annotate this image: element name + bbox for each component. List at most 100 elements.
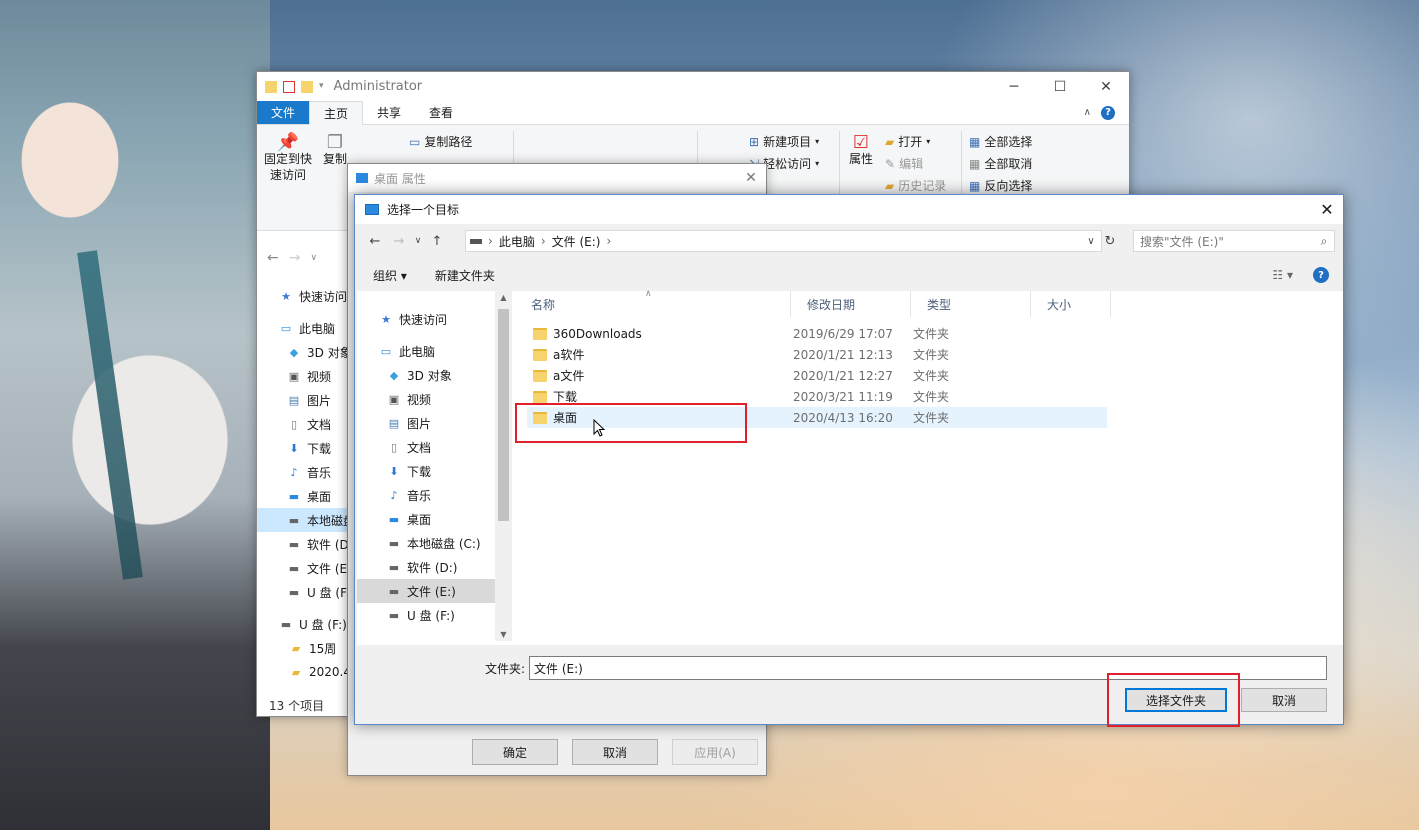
nav-tree-item[interactable]: ▬ 本地磁盘 (C:) bbox=[357, 531, 511, 555]
close-button[interactable]: ✕ bbox=[1083, 72, 1129, 101]
column-type[interactable]: 类型 bbox=[911, 291, 1031, 317]
copy-path-button[interactable]: ▭ 复制路径 bbox=[409, 133, 472, 150]
sidebar-item-label: 15周 bbox=[309, 641, 337, 656]
up-arrow-icon[interactable]: ↑ bbox=[425, 234, 449, 249]
minimize-button[interactable]: ─ bbox=[991, 72, 1037, 101]
tab-view[interactable]: 查看 bbox=[415, 101, 467, 124]
tab-home[interactable]: 主页 bbox=[309, 101, 364, 125]
sidebar-item[interactable]: ▰ 15周 bbox=[257, 636, 349, 660]
chevron-down-icon: ▾ bbox=[815, 159, 820, 168]
scrollbar-thumb[interactable] bbox=[498, 309, 509, 521]
forward-arrow-icon[interactable]: → bbox=[289, 250, 301, 266]
help-icon[interactable]: ? bbox=[1313, 267, 1329, 283]
nav-tree-item[interactable]: ▬ U 盘 (F:) bbox=[357, 603, 511, 627]
sidebar-item-label: 3D 对象 bbox=[307, 345, 349, 360]
highlight-select-button bbox=[1107, 673, 1240, 727]
collapse-ribbon-icon[interactable]: ∧ bbox=[1084, 107, 1091, 118]
edit-button[interactable]: ✎ 编辑 bbox=[885, 155, 923, 172]
cancel-button[interactable]: 取消 bbox=[572, 739, 658, 765]
sidebar-item[interactable]: ▬ 本地磁盘 bbox=[257, 508, 349, 532]
sidebar-item[interactable]: ▬ 桌面 bbox=[257, 484, 349, 508]
nav-tree-item[interactable]: ▬ 文件 (E:) bbox=[357, 579, 511, 603]
nav-tree-item[interactable]: ★ 快速访问 bbox=[357, 307, 511, 331]
back-arrow-icon[interactable]: ← bbox=[363, 234, 387, 249]
new-folder-icon[interactable] bbox=[301, 80, 313, 93]
tab-file[interactable]: 文件 bbox=[257, 101, 310, 124]
drive-icon: ▬ bbox=[388, 560, 400, 574]
sidebar-item[interactable]: ▬ U 盘 (F bbox=[257, 580, 349, 604]
nav-tree-item[interactable]: ⬇ 下载 bbox=[357, 459, 511, 483]
sidebar-item[interactable]: ▭ 此电脑 bbox=[257, 316, 349, 340]
tab-share[interactable]: 共享 bbox=[363, 101, 415, 124]
history-label: 历史记录 bbox=[898, 179, 947, 193]
close-button[interactable]: ✕ bbox=[1311, 195, 1343, 224]
apply-button[interactable]: 应用(A) bbox=[672, 739, 758, 765]
refresh-icon[interactable]: ↻ bbox=[1103, 234, 1117, 249]
recent-locations-icon[interactable]: ∨ bbox=[411, 236, 425, 246]
nav-tree-item[interactable]: ▬ 桌面 bbox=[357, 507, 511, 531]
file-list: 名称 ∧ 修改日期 类型 大小 360Downloads 2019/6/29 17… bbox=[515, 289, 1343, 641]
maximize-button[interactable]: ☐ bbox=[1037, 72, 1083, 101]
new-folder-button[interactable]: 新建文件夹 bbox=[435, 267, 495, 284]
invert-selection-button[interactable]: ▦ 反向选择 bbox=[969, 177, 1032, 194]
column-size[interactable]: 大小 bbox=[1031, 291, 1111, 317]
select-none-button[interactable]: ▦ 全部取消 bbox=[969, 155, 1032, 172]
help-icon[interactable]: ? bbox=[1101, 105, 1115, 120]
sidebar-item[interactable]: ★ 快速访问 bbox=[257, 284, 349, 308]
cancel-button[interactable]: 取消 bbox=[1241, 688, 1327, 712]
chevron-down-icon[interactable]: ▾ bbox=[319, 81, 324, 93]
nav-tree-item[interactable]: ▣ 视频 bbox=[357, 387, 511, 411]
nav-tree-item[interactable]: ▤ 图片 bbox=[357, 411, 511, 435]
view-options-icon[interactable]: ☷ ▾ bbox=[1272, 268, 1293, 282]
picker-body: ★ 快速访问 ▭ 此电脑 ◆ 3D 对象 ▣ 视频 ▤ 图片 ▯ 文档 ⬇ 下载 ♪ 音乐 ▬ 桌面 ▬ 本地磁盘 (… bbox=[357, 289, 1343, 645]
file-type: 文件夹 bbox=[913, 327, 950, 341]
sidebar-item[interactable]: ▤ 图片 bbox=[257, 388, 349, 412]
nav-tree-item[interactable]: ▬ U 盘 (F:) bbox=[357, 635, 511, 642]
chevron-down-icon[interactable]: ∨ bbox=[310, 253, 317, 263]
column-date[interactable]: 修改日期 bbox=[791, 291, 911, 317]
ok-button[interactable]: 确定 bbox=[472, 739, 558, 765]
sidebar-item[interactable]: ▬ 文件 (E bbox=[257, 556, 349, 580]
column-name[interactable]: 名称 ∧ bbox=[515, 289, 791, 317]
search-input[interactable]: 搜索"文件 (E:)" ⌕ bbox=[1133, 230, 1335, 252]
address-bar[interactable]: › 此电脑 › 文件 (E:) › ∨ bbox=[465, 230, 1102, 252]
sidebar-item[interactable]: ⬇ 下载 bbox=[257, 436, 349, 460]
forward-arrow-icon[interactable]: → bbox=[387, 234, 411, 249]
open-button[interactable]: ▰ 打开 ▾ bbox=[885, 133, 930, 150]
close-icon[interactable]: ✕ bbox=[736, 170, 766, 186]
chevron-down-icon[interactable]: ∨ bbox=[1081, 236, 1101, 247]
new-item-button[interactable]: ⊞ 新建项目 ▾ bbox=[749, 133, 819, 150]
back-arrow-icon[interactable]: ← bbox=[267, 250, 279, 266]
scroll-down-icon[interactable]: ▼ bbox=[495, 630, 512, 639]
nav-tree-item[interactable]: ♪ 音乐 bbox=[357, 483, 511, 507]
select-all-button[interactable]: ▦ 全部选择 bbox=[969, 133, 1032, 150]
chevron-down-icon: ▾ bbox=[815, 137, 820, 146]
file-list-row[interactable]: 360Downloads 2019/6/29 17:07 文件夹 bbox=[527, 323, 1107, 344]
nav-tree-item[interactable]: ▬ 软件 (D:) bbox=[357, 555, 511, 579]
organize-button[interactable]: 组织 ▾ bbox=[373, 267, 407, 284]
history-button[interactable]: ▰ 历史记录 bbox=[885, 177, 946, 194]
nav-tree-item[interactable]: ◆ 3D 对象 bbox=[357, 363, 511, 387]
scroll-up-icon[interactable]: ▲ bbox=[495, 293, 512, 302]
properties-button[interactable]: ☑ 属性 bbox=[845, 134, 877, 167]
sidebar-item[interactable]: ▰ 2020.4 bbox=[257, 660, 349, 684]
folder-picker-dialog: 选择一个目标 ✕ ← → ∨ ↑ › 此电脑 › 文件 (E:) › ∨ ↻ 搜… bbox=[354, 194, 1344, 725]
breadcrumb-this-pc[interactable]: 此电脑 bbox=[499, 233, 535, 250]
properties-icon[interactable] bbox=[283, 80, 295, 93]
picker-nav-tree: ★ 快速访问 ▭ 此电脑 ◆ 3D 对象 ▣ 视频 ▤ 图片 ▯ 文档 ⬇ 下载 ♪ 音乐 ▬ 桌面 ▬ 本地磁盘 (… bbox=[357, 291, 511, 641]
sidebar-item[interactable]: ▯ 文档 bbox=[257, 412, 349, 436]
sidebar-item[interactable]: ▬ U 盘 (F:) bbox=[257, 612, 349, 636]
sidebar-item[interactable]: ◆ 3D 对象 bbox=[257, 340, 349, 364]
file-list-row[interactable]: a文件 2020/1/21 12:27 文件夹 bbox=[527, 365, 1107, 386]
pin-quick-access-button[interactable]: 📌 固定到快 速访问 bbox=[263, 134, 313, 183]
tree-scrollbar[interactable]: ▲ ▼ bbox=[495, 291, 512, 641]
nav-tree-item[interactable]: ▭ 此电脑 bbox=[357, 339, 511, 363]
nav-tree-item[interactable]: ▯ 文档 bbox=[357, 435, 511, 459]
sidebar-item[interactable]: ▬ 软件 (D bbox=[257, 532, 349, 556]
breadcrumb-drive-e[interactable]: 文件 (E:) bbox=[552, 233, 601, 250]
sidebar-item[interactable]: ▣ 视频 bbox=[257, 364, 349, 388]
folder-icon[interactable] bbox=[265, 80, 277, 93]
file-list-row[interactable]: a软件 2020/1/21 12:13 文件夹 bbox=[527, 344, 1107, 365]
nav-tree-item-label: U 盘 (F:) bbox=[399, 639, 447, 642]
sidebar-item[interactable]: ♪ 音乐 bbox=[257, 460, 349, 484]
